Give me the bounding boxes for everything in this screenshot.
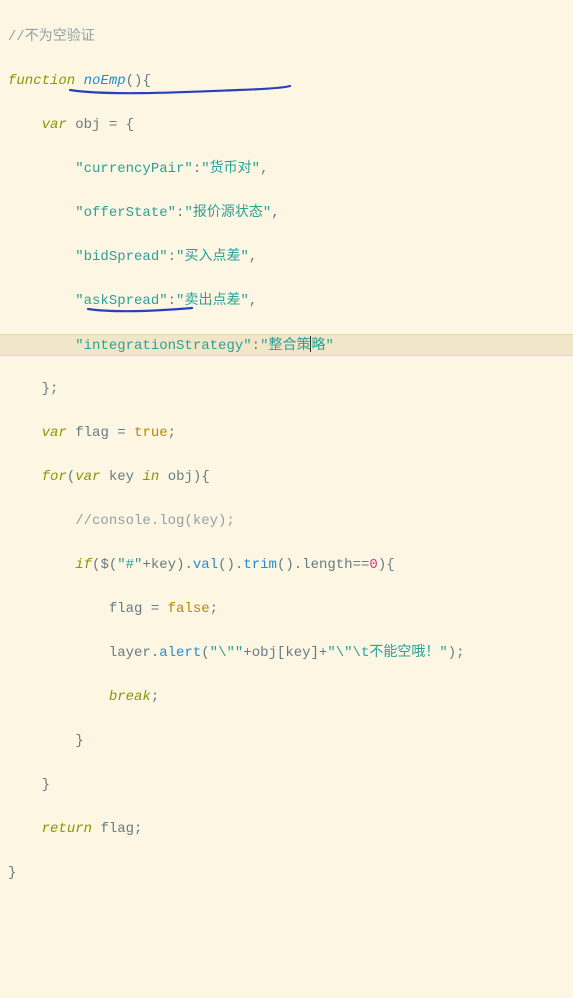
keyword-break: break [109,689,151,705]
code-line: } [8,730,565,752]
keyword-for: for [42,469,67,485]
code-line: } [8,774,565,796]
code-line: function noEmp(){ [8,70,565,92]
keyword-var: var [75,469,100,485]
code-line: "askSpread":"卖出点差", [8,290,565,312]
code-line: return flag; [8,818,565,840]
bool-false: false [168,601,210,617]
code-line: } [8,862,565,884]
code-line: var obj = { [8,114,565,136]
var-flag: flag [75,425,109,441]
keyword-if: if [75,557,92,573]
code-line: "bidSpread":"买入点差", [8,246,565,268]
var-key: key [109,469,134,485]
obj-key: "bidSpread" [75,249,167,265]
comment: //不为空验证 [8,29,95,45]
obj-key: "offerState" [75,205,176,221]
code-line: "currencyPair":"货币对", [8,158,565,180]
obj-val: "货币对" [201,161,260,177]
function-name: noEmp [84,73,126,89]
code-line: break; [8,686,565,708]
comment: //console.log(key); [75,513,235,529]
code-line: flag = false; [8,598,565,620]
keyword-var: var [42,425,67,441]
code-line: layer.alert("\""+obj[key]+"\"\t不能空哦！"); [8,642,565,664]
code-line: var flag = true; [8,422,565,444]
obj-val: "卖出点差" [176,293,249,309]
alert-pre: "\"" [210,645,244,661]
jq-selector: "#" [117,557,142,573]
var-obj: obj [75,117,100,133]
alert-post: "\"\t不能空哦！" [327,645,447,661]
code-line: //console.log(key); [8,510,565,532]
obj-val: "买入点差" [176,249,249,265]
code-line: }; [8,378,565,400]
code-line: "offerState":"报价源状态", [8,202,565,224]
obj-val: "整合策略" [260,338,334,354]
obj-key: "integrationStrategy" [75,338,251,354]
code-line: if($("#"+key).val().trim().length==0){ [8,554,565,576]
bool-true: true [134,425,168,441]
keyword-return: return [42,821,92,837]
keyword-var: var [42,117,67,133]
code-line-highlighted: "integrationStrategy":"整合策略" [0,334,573,356]
obj-key: "currencyPair" [75,161,193,177]
keyword-in: in [142,469,159,485]
code-line: //不为空验证 [8,26,565,48]
code-line: for(var key in obj){ [8,466,565,488]
obj-val: "报价源状态" [184,205,271,221]
code-block: //不为空验证 function noEmp(){ var obj = { "c… [8,4,565,994]
keyword-function: function [8,73,75,89]
obj-key: "askSpread" [75,293,167,309]
text-caret [310,336,311,352]
